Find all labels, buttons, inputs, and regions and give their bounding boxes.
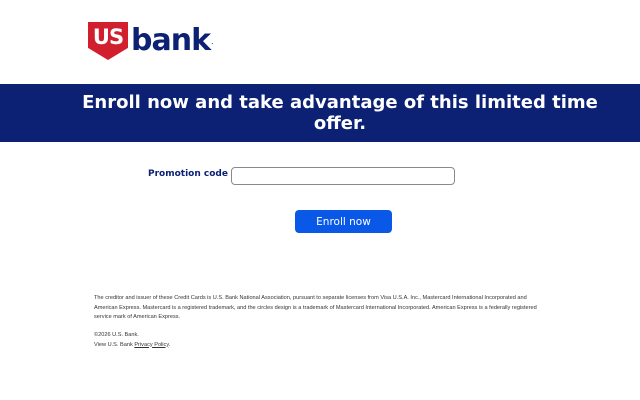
privacy-suffix: . (168, 341, 171, 348)
logo-wordmark: bank (131, 23, 211, 58)
privacy-policy-link[interactable]: Privacy Policy (134, 342, 168, 348)
banner-headline: Enroll now and take advantage of this li… (82, 92, 598, 134)
footer-copyright: ©2026 U.S. Bank. View U.S. Bank Privacy … (94, 331, 170, 350)
us-bank-logo[interactable]: US bank . (88, 22, 214, 60)
disclaimer-text: The creditor and issuer of these Credit … (94, 295, 537, 320)
privacy-prefix: View U.S. Bank (94, 341, 135, 348)
us-shield-icon: US (88, 22, 128, 60)
promotion-code-label: Promotion code (148, 169, 228, 179)
copyright-text: ©2026 U.S. Bank. (94, 332, 139, 338)
legal-disclaimer: The creditor and issuer of these Credit … (94, 294, 546, 323)
header: US bank . (0, 0, 640, 84)
promotion-code-input[interactable] (231, 167, 455, 185)
offer-banner: Enroll now and take advantage of this li… (0, 84, 640, 142)
enroll-now-button[interactable]: Enroll now (295, 210, 392, 233)
shield-text: US (92, 25, 124, 49)
privacy-line: View U.S. Bank Privacy Policy. (94, 341, 170, 351)
registered-mark: . (211, 36, 214, 46)
